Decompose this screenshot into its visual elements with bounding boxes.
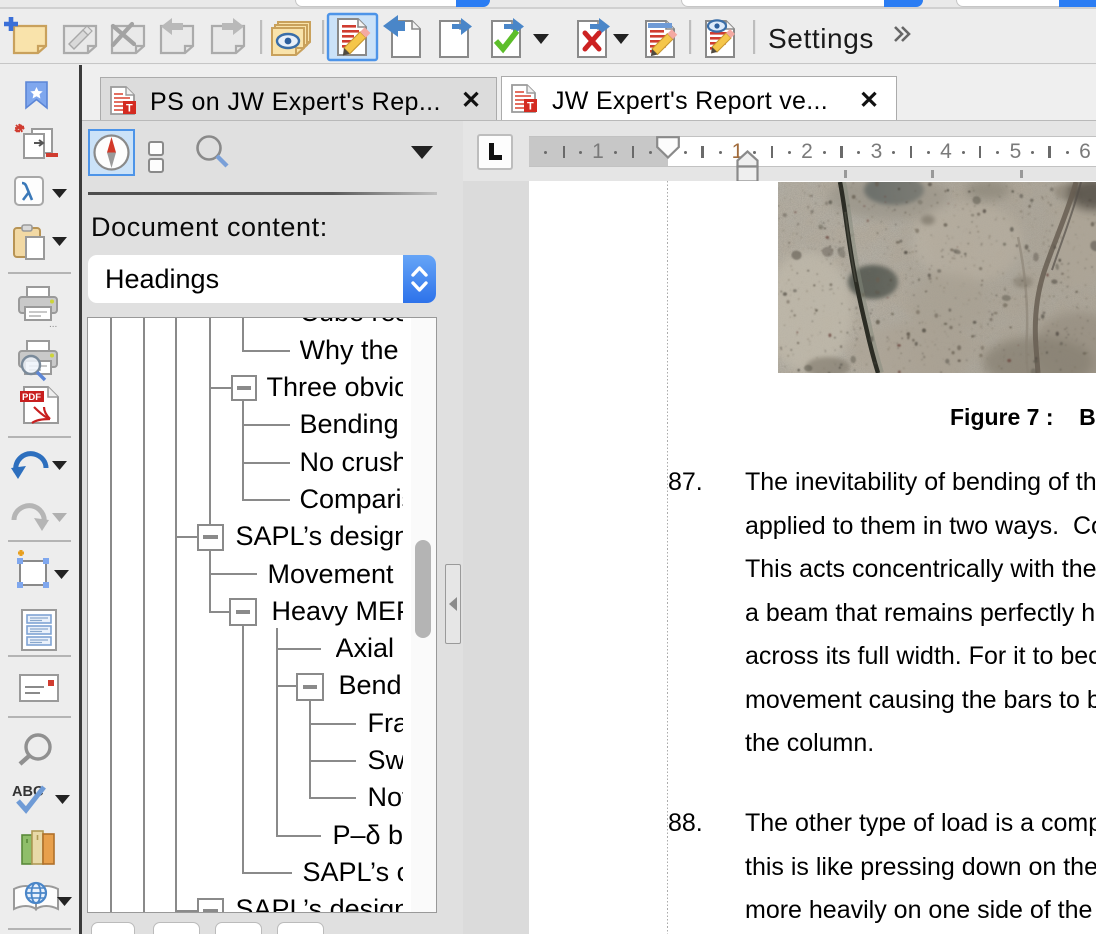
- svg-text:T: T: [527, 101, 534, 113]
- svg-text:PDF: PDF: [22, 392, 41, 403]
- svg-text:T: T: [126, 103, 133, 115]
- svg-text:...: ...: [49, 319, 57, 330]
